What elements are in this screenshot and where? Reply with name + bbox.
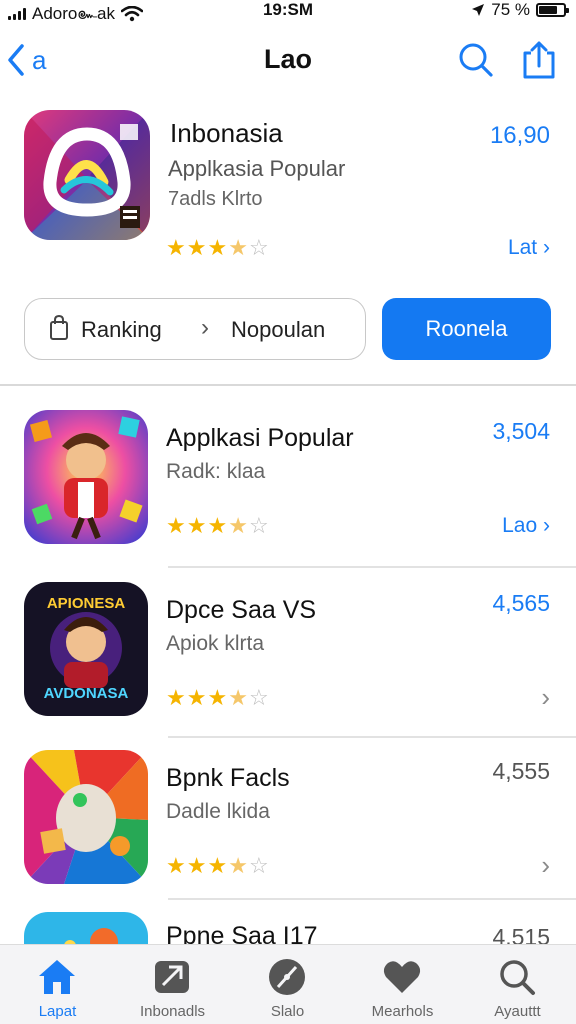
compass-icon [269,959,305,995]
character-game-icon: APIONESA AVDONASA [24,582,148,716]
star-icon: ☆ [248,853,269,878]
character-game-icon [24,410,148,544]
app-count: 4,565 [492,590,550,616]
search-icon [500,960,535,995]
app-count: 3,504 [492,418,550,444]
ranking-selector[interactable]: Ranking › Nopoulan [24,298,366,360]
apps-icon [155,961,189,993]
icon-text-bottom: AVDONASA [44,685,129,702]
star-icon: ☆ [248,685,269,710]
app-title: Applkasi Popular [166,424,354,452]
star-icon: ☆ [248,513,269,538]
app-icon[interactable] [24,912,148,944]
featured-app-subtitle: Applkasia Popular [168,156,346,181]
character-game-icon [24,750,148,884]
tab-explore[interactable]: Slalo [230,945,345,1024]
star-icon: ★ [207,685,228,710]
app-count: 4,555 [492,758,550,784]
star-icon: ☆ [248,235,269,260]
status-bar: Adoro๛ak 19:SM 75 % [0,0,576,23]
primary-action-button[interactable]: Roonela [382,298,551,360]
app-logo-icon [24,912,148,944]
app-icon[interactable]: APIONESA AVDONASA [24,582,148,716]
tab-home[interactable]: Lapat [0,945,115,1024]
chevron-right-icon[interactable]: › [541,850,550,881]
tab-search[interactable]: Ayauttt [460,945,575,1024]
tab-apps[interactable]: Inbonadls [115,945,230,1024]
app-logo-icon [24,110,150,240]
location-arrow-icon [472,4,485,16]
star-icon: ★ [166,853,186,878]
section-divider [0,384,576,386]
rating-stars: ★ ★ ★ ★ ☆ [166,514,269,538]
featured-app-price: 16,90 [489,122,550,149]
star-icon: ★ [186,513,207,538]
share-button[interactable] [518,40,558,80]
tab-bar: Lapat Inbonadls Slalo Mearhols Ayauttt [0,944,576,1024]
icon-text-top: APIONESA [47,595,126,612]
star-icon: ★ [228,235,248,260]
rating-stars: ★ ★ ★ ★ ☆ [166,686,269,710]
star-icon: ★ [186,853,207,878]
row-divider [168,566,576,568]
list-item[interactable]: Applkasi Popular Radk: klaa ★ ★ ★ ★ ☆ 3,504 … [0,410,576,580]
app-title: Ppne Saa I17 [166,922,318,944]
featured-app-name: Inbonasia [170,118,283,148]
battery-icon [536,3,569,17]
featured-rating-stars: ★ ★ ★ ★ ☆ [166,236,269,260]
star-icon: ★ [207,235,228,260]
star-icon: ★ [166,513,186,538]
app-title: Dpce Saa VS [166,596,317,624]
app-title: Bpnk Facls [166,764,290,792]
tab-label: Mearhols [371,1003,434,1020]
row-divider [168,898,576,900]
chevron-right-icon[interactable]: › [541,682,550,713]
ranking-value: Nopoulan [231,317,326,342]
app-subtitle: Radk: klaa [166,460,266,483]
star-icon: ★ [228,685,248,710]
bag-icon [50,315,68,340]
status-right: 75 % [471,0,569,20]
star-icon: ★ [166,235,186,260]
star-icon: ★ [228,513,248,538]
search-icon [459,43,493,77]
chevron-right-icon: › [201,314,209,341]
navigation-bar: a Lao [0,30,576,90]
list-item[interactable]: Ppne Saa I17 4,515 [0,912,576,944]
rating-stars: ★ ★ ★ ★ ☆ [166,854,269,878]
app-count: 4,515 [492,924,550,944]
star-icon: ★ [166,685,186,710]
share-icon [523,41,555,79]
heart-icon [383,961,421,993]
app-icon[interactable] [24,750,148,884]
featured-app-icon[interactable] [24,110,150,240]
chevron-right-icon: › [543,514,550,537]
search-button[interactable] [456,40,496,80]
featured-more-link[interactable]: Lat › [508,236,550,260]
ranking-label: Ranking [81,317,162,342]
row-more-link[interactable]: Lao › [502,514,550,538]
list-item[interactable]: APIONESA AVDONASA Dpce Saa VS Apiok klrt… [0,582,576,752]
tab-label: Lapat [38,1003,77,1020]
star-icon: ★ [186,685,207,710]
star-icon: ★ [228,853,248,878]
app-subtitle: Dadle lkida [166,800,270,823]
battery-percent: 75 % [491,0,530,19]
chevron-right-icon: › [543,236,550,259]
tab-label: Inbonadls [139,1003,206,1020]
featured-link-label: Lat [507,236,538,259]
list-item[interactable]: Bpnk Facls Dadle lkida ★ ★ ★ ★ ☆ 4,555 › [0,750,576,920]
tab-label: Ayauttt [494,1003,541,1020]
star-icon: ★ [207,513,228,538]
tab-favorites[interactable]: Mearhols [345,945,460,1024]
star-icon: ★ [186,235,207,260]
row-link-label: Lao [502,514,538,537]
star-icon: ★ [207,853,228,878]
featured-app-meta: 7adls Klrto [168,188,263,210]
app-icon[interactable] [24,410,148,544]
tab-label: Slalo [270,1003,305,1020]
row-divider [168,736,576,738]
home-icon [39,960,75,994]
app-subtitle: Apiok klrta [166,632,265,655]
